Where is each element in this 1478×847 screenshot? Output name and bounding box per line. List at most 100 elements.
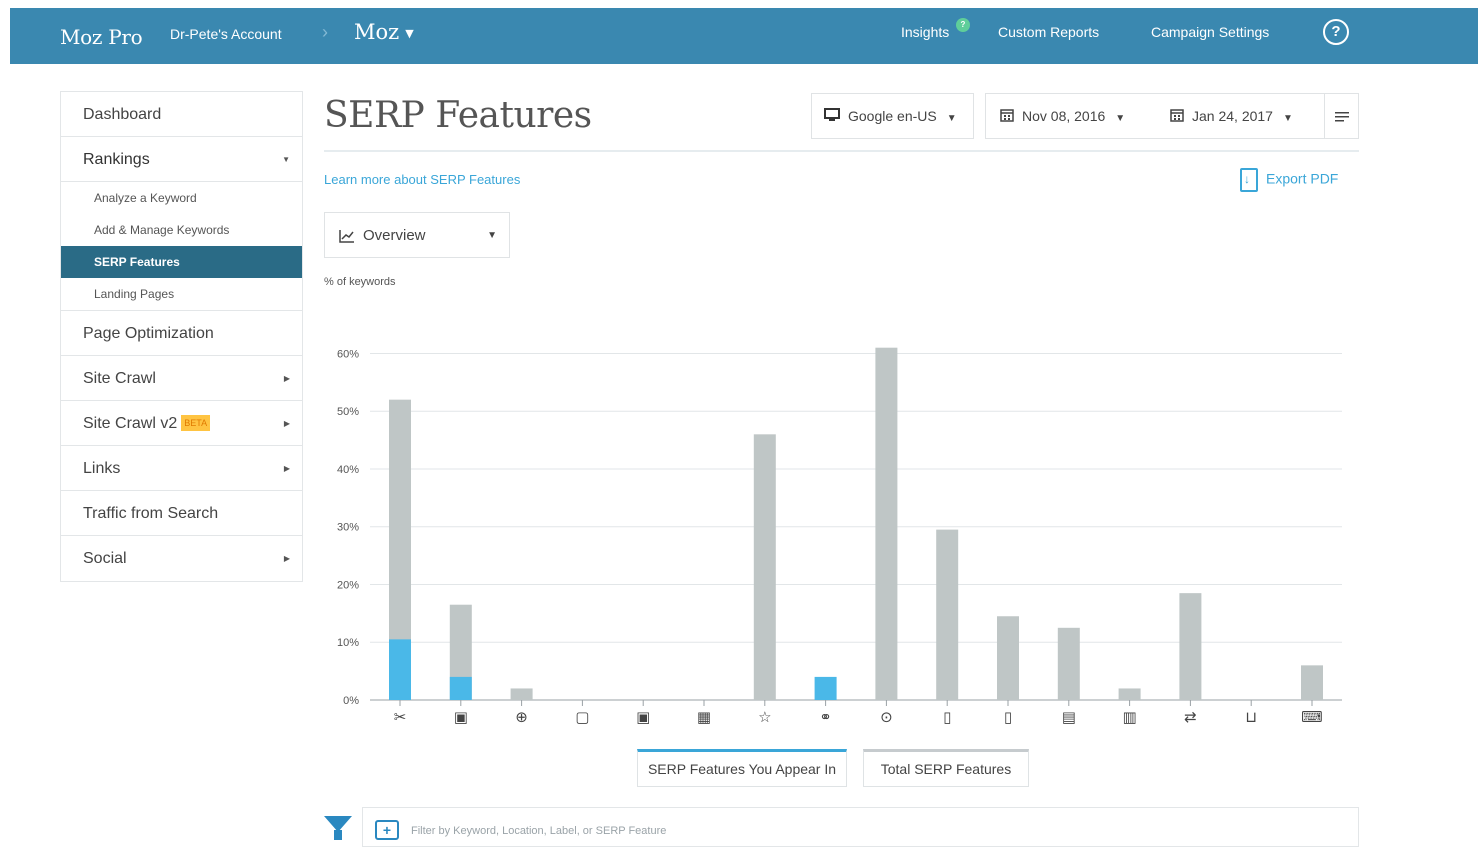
bar-appear — [814, 676, 837, 700]
people-also-ask-icon: ⌨ — [1301, 708, 1323, 726]
sidebar-nav: Dashboard Rankings ▼ Analyze a Keyword Ad… — [60, 91, 303, 582]
chevron-down-icon: ▼ — [405, 27, 414, 40]
toggle-total[interactable]: Total SERP Features — [863, 749, 1029, 787]
bar-total — [753, 434, 776, 700]
sidebar-item-site-crawl-v2[interactable]: Site Crawl v2 BETA ▶ — [61, 401, 302, 446]
site-links-icon: ⚭ — [819, 708, 832, 726]
related-questions-icon: ⇄ — [1184, 708, 1197, 726]
top-nav-bar: Moz Pro Dr-Pete's Account › Moz ▼ Insight… — [10, 8, 1478, 64]
start-date-value: Nov 08, 2016 — [1022, 108, 1106, 124]
sidebar-item-label: Site Crawl v2 — [83, 415, 178, 432]
bar-appear — [449, 676, 472, 700]
learn-more-link[interactable]: Learn more about SERP Features — [324, 172, 520, 187]
sidebar-item-site-crawl[interactable]: Site Crawl ▶ — [61, 356, 302, 401]
calendar-icon — [1000, 95, 1014, 139]
video-icon: ⊙ — [880, 708, 893, 726]
chevron-right-icon: ▶ — [283, 374, 290, 383]
chevron-right-icon: ▶ — [283, 554, 290, 563]
search-engine-value: Google en-US — [848, 108, 937, 124]
chevron-right-icon: ▶ — [283, 464, 290, 473]
sidebar-item-traffic-from-search[interactable]: Traffic from Search — [61, 491, 302, 536]
rankings-submenu: Analyze a Keyword Add & Manage Keywords … — [61, 182, 302, 311]
line-chart-icon — [339, 227, 363, 244]
local-teaser-icon: ▣ — [636, 708, 650, 726]
chevron-down-icon: ▼ — [1282, 113, 1293, 124]
bar-total — [1057, 627, 1080, 700]
news-icon: ▦ — [697, 708, 711, 726]
chevron-down-icon: ▼ — [487, 230, 497, 241]
title-divider — [324, 150, 1359, 152]
chevron-right-icon: ▶ — [283, 419, 290, 428]
beta-badge: BETA — [181, 415, 211, 431]
menu-button[interactable] — [1324, 93, 1359, 139]
account-link[interactable]: Dr-Pete's Account — [170, 26, 282, 42]
campaign-name: Moz — [354, 20, 400, 44]
image-pack-icon: ▣ — [454, 708, 468, 726]
chevron-down-icon: ▼ — [946, 113, 957, 124]
sidebar-item-label: Traffic from Search — [83, 505, 219, 522]
view-select[interactable]: Overview ▼ — [324, 212, 510, 258]
toggle-appear-in[interactable]: SERP Features You Appear In — [637, 749, 847, 787]
serp-features-chart: 0% 10% 20% 30% 40% 50% 60% ✂ ▣ ⊕ ▢ ▣ ▦ ☆ ⚭ ⊙ ▯ ▯ ▤ ▥ ⇄ ⊔ ⌨ — [337, 347, 1342, 726]
campaign-selector[interactable]: Moz ▼ — [354, 20, 414, 44]
sidebar-item-social[interactable]: Social ▶ — [61, 536, 302, 581]
search-engine-select[interactable]: Google en-US ▼ — [811, 93, 974, 139]
start-date-select[interactable]: Nov 08, 2016 ▼ — [985, 93, 1158, 139]
ad-bottom-icon: ▯ — [1004, 708, 1012, 726]
ad-top-icon: ▯ — [943, 708, 951, 726]
page-title: SERP Features — [324, 95, 592, 136]
download-icon — [1240, 168, 1258, 192]
chart-y-label: % of keywords — [324, 276, 396, 288]
sidebar-subitem-analyze-keyword[interactable]: Analyze a Keyword — [61, 182, 302, 214]
chevron-down-icon: ▼ — [1115, 113, 1126, 124]
end-date-value: Jan 24, 2017 — [1192, 108, 1273, 124]
calendar-icon — [1170, 95, 1184, 139]
sidebar-item-label: Links — [83, 460, 121, 477]
campaign-settings-link[interactable]: Campaign Settings — [1151, 24, 1269, 40]
sidebar-item-rankings[interactable]: Rankings ▼ — [61, 137, 302, 182]
insights-link[interactable]: Insights — [901, 24, 949, 40]
y-tick-label: 30% — [337, 522, 359, 534]
y-tick-label: 40% — [337, 464, 359, 476]
custom-reports-link[interactable]: Custom Reports — [998, 24, 1099, 40]
export-pdf-label: Export PDF — [1266, 170, 1339, 187]
view-select-value: Overview — [363, 227, 426, 244]
sidebar-subitem-manage-keywords[interactable]: Add & Manage Keywords — [61, 214, 302, 246]
sidebar-subitem-landing-pages[interactable]: Landing Pages — [61, 278, 302, 310]
breadcrumb-separator-icon: › — [322, 22, 328, 42]
y-tick-label: 20% — [337, 579, 359, 591]
sidebar-item-dashboard[interactable]: Dashboard — [61, 92, 302, 137]
filter-input[interactable]: + Filter by Keyword, Location, Label, or… — [362, 807, 1359, 847]
bar-total — [875, 347, 898, 700]
menu-lines-icon — [1334, 108, 1349, 124]
sidebar-item-label: Social — [83, 550, 127, 567]
bar-total — [1118, 688, 1141, 700]
chevron-down-icon: ▼ — [282, 155, 290, 164]
sidebar-item-label: Rankings — [83, 151, 150, 168]
y-tick-label: 50% — [337, 406, 359, 418]
bar-total — [1179, 593, 1202, 700]
sidebar-item-label: Site Crawl — [83, 370, 156, 387]
sidebar-item-label: Page Optimization — [83, 325, 214, 342]
end-date-select[interactable]: Jan 24, 2017 ▼ — [1157, 93, 1325, 139]
bar-total — [1301, 665, 1323, 700]
y-tick-label: 0% — [343, 695, 359, 707]
knowledge-panel-icon: ⊕ — [515, 708, 528, 726]
featured-snippet-icon: ✂ — [394, 708, 407, 726]
y-tick-label: 10% — [337, 637, 359, 649]
brand-logo[interactable]: Moz Pro — [60, 25, 143, 49]
filter-placeholder: Filter by Keyword, Location, Label, or S… — [411, 825, 667, 837]
bar-appear — [389, 639, 411, 700]
bar-total — [997, 616, 1019, 700]
add-filter-icon[interactable]: + — [375, 820, 399, 840]
help-icon[interactable]: ? — [1323, 19, 1349, 45]
local-pack-icon: ▢ — [575, 708, 589, 726]
sidebar-subitem-serp-features[interactable]: SERP Features — [61, 246, 302, 278]
desktop-icon — [824, 95, 840, 139]
export-pdf-button[interactable]: Export PDF — [1240, 168, 1338, 192]
filter-icon[interactable] — [324, 816, 352, 840]
knowledge-card-icon: ▤ — [1062, 708, 1076, 726]
sidebar-item-links[interactable]: Links ▶ — [61, 446, 302, 491]
sidebar-item-page-optimization[interactable]: Page Optimization — [61, 311, 302, 356]
sidebar-item-label: Dashboard — [83, 106, 162, 123]
